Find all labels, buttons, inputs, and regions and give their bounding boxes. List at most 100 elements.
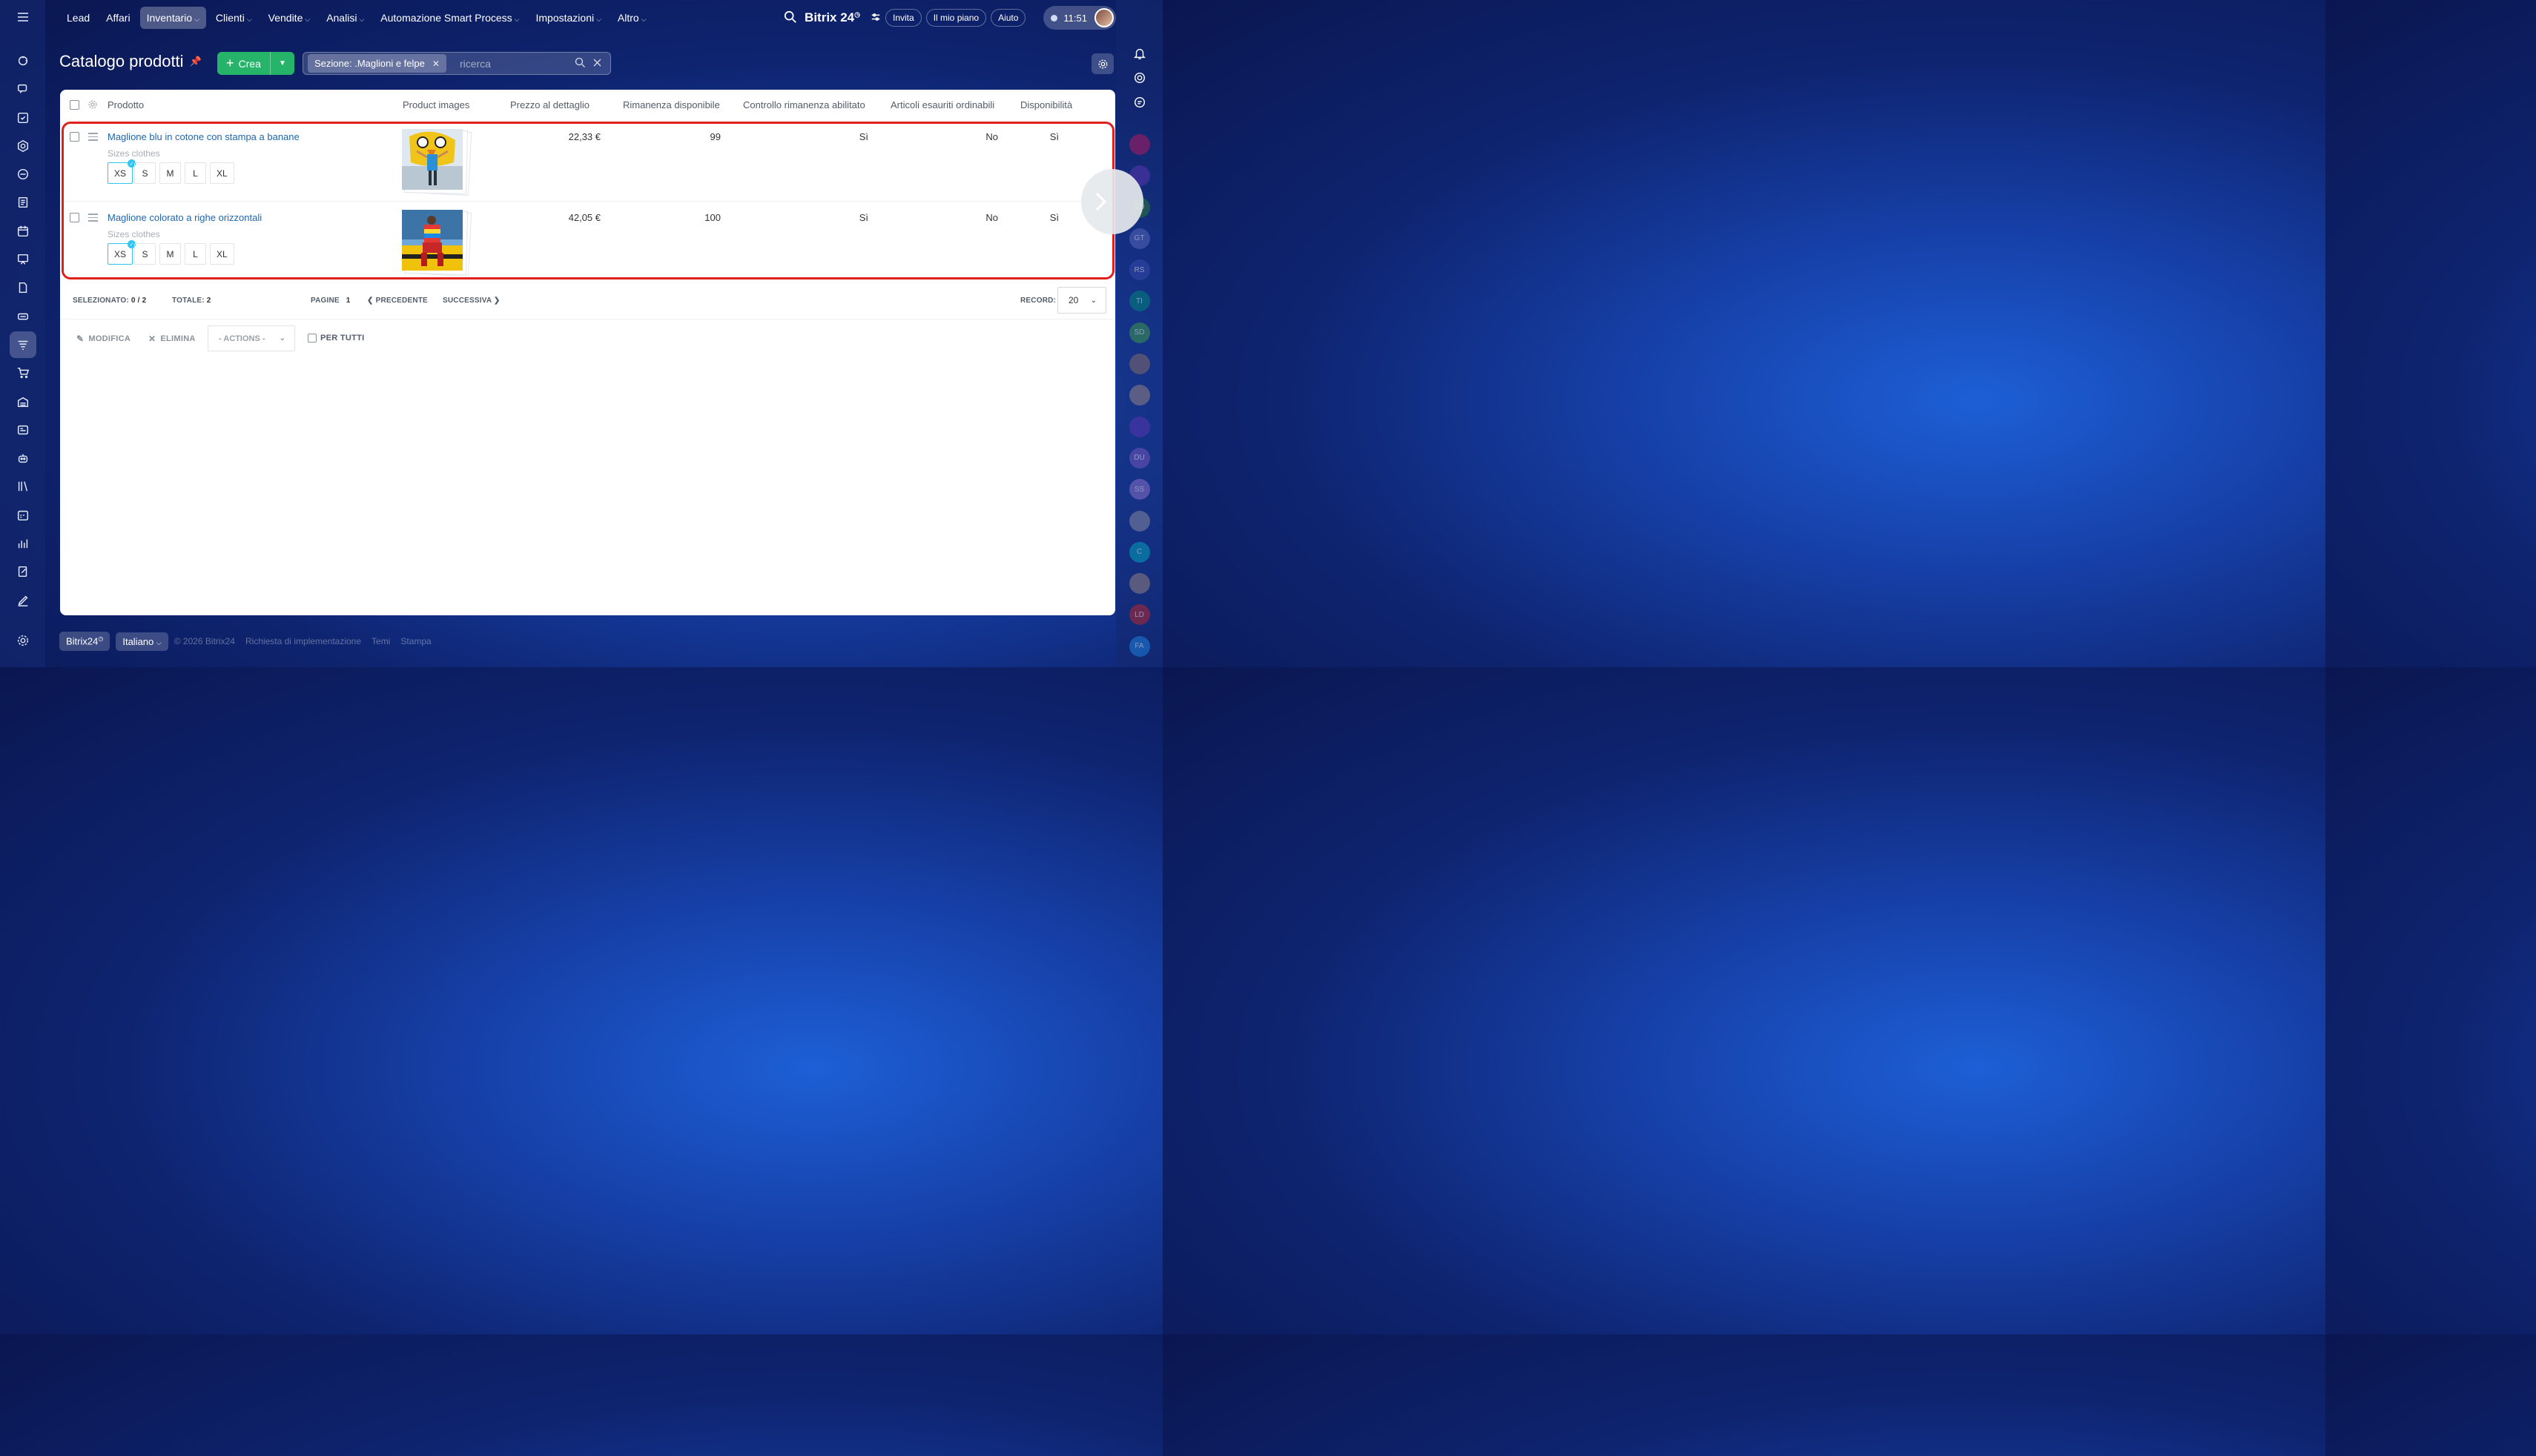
help-button[interactable]: Aiuto (991, 9, 1026, 27)
footer-implementation-link[interactable]: Richiesta di implementazione (245, 636, 361, 646)
column-header-prezzo[interactable]: Prezzo al dettaglio (510, 99, 590, 110)
brand-logo[interactable]: Bitrix 24◷ (805, 10, 860, 25)
storage-icon[interactable] (10, 303, 36, 330)
column-header-product-images[interactable]: Product images (403, 99, 469, 110)
search-input[interactable]: ricerca (460, 58, 575, 70)
clear-close-icon[interactable] (592, 57, 603, 70)
menu-item-impostazioni[interactable]: Impostazioni ⌵ (529, 7, 608, 29)
column-header-prodotto[interactable]: Prodotto (108, 99, 144, 110)
documents-icon[interactable] (10, 189, 36, 216)
pagination-bar: SELEZIONATO: 0 / 2 TOTALE: 2 PAGINE 1 ❮ … (60, 284, 1115, 320)
menu-item-affari[interactable]: Affari (99, 7, 136, 29)
chat-avatar[interactable]: DU (1129, 447, 1150, 469)
chat-avatar[interactable]: TI (1129, 291, 1150, 312)
scroll-right-arrow[interactable] (1081, 169, 1143, 234)
drive-icon[interactable] (10, 274, 36, 301)
next-page-button[interactable]: SUCCESSIVA ❯ (443, 297, 500, 305)
create-button[interactable]: + Crea ▼ (217, 52, 294, 75)
footer-brand[interactable]: Bitrix24◷ (59, 632, 110, 651)
edit-button[interactable]: ✎ MODIFICA (76, 334, 131, 344)
select-all-checkbox[interactable] (70, 100, 79, 110)
menu-burger-icon[interactable] (9, 9, 37, 25)
user-avatar[interactable] (1094, 8, 1114, 27)
selected-count: SELEZIONATO: 0 / 2 (73, 297, 147, 305)
page-settings-gear-icon[interactable] (1092, 53, 1114, 74)
crm-icon[interactable] (10, 133, 36, 159)
footer-themes-link[interactable]: Temi (372, 636, 390, 646)
boards-icon[interactable] (10, 246, 36, 273)
apply-to-all-toggle[interactable]: PER TUTTI (308, 334, 365, 343)
chevron-right-icon (1095, 192, 1107, 211)
status-dot-icon (1051, 14, 1058, 21)
highlight-frame (62, 122, 1115, 279)
filter-tag-section[interactable]: Sezione: .Maglioni e felpe ✕ (308, 54, 446, 73)
column-settings-gear-icon[interactable] (87, 99, 98, 112)
my-plan-button[interactable]: Il mio piano (925, 9, 987, 27)
analytics-icon[interactable] (10, 530, 36, 557)
chat-icon[interactable] (10, 76, 36, 102)
warehouse-icon[interactable] (10, 388, 36, 415)
menu-item-inventario[interactable]: Inventario ⌵ (139, 7, 206, 29)
chat-avatar[interactable]: LD (1129, 604, 1150, 626)
column-header-articoli-esauriti[interactable]: Articoli esauriti ordinabili (891, 99, 994, 110)
copilot-icon[interactable] (1129, 69, 1151, 87)
footer-print-link[interactable]: Stampa (400, 636, 431, 646)
menu-item-clienti[interactable]: Clienti ⌵ (209, 7, 259, 29)
remove-filter-close-icon[interactable]: ✕ (432, 59, 440, 69)
chat-avatar[interactable]: SS (1129, 479, 1150, 500)
menu-item-analisi[interactable]: Analisi ⌵ (320, 7, 371, 29)
chat-avatar[interactable] (1129, 510, 1150, 532)
chat-avatar[interactable]: RS (1129, 259, 1150, 281)
create-button-main[interactable]: + Crea (217, 52, 271, 75)
chevron-down-icon: ⌵ (514, 16, 520, 23)
chevron-right-icon: ❯ (493, 297, 501, 305)
sidebar-nav (9, 47, 36, 615)
settings-gear-icon[interactable] (10, 627, 36, 654)
language-select[interactable]: Italiano ⌵ (116, 632, 168, 651)
invite-button[interactable]: Invita (885, 9, 922, 27)
menu-item-lead[interactable]: Lead (60, 7, 96, 29)
feed-icon[interactable] (10, 47, 36, 74)
previous-page-button[interactable]: ❮ PRECEDENTE (367, 297, 428, 305)
search-icon[interactable] (784, 10, 799, 25)
chat-avatar[interactable]: SD (1129, 322, 1150, 343)
pin-icon[interactable]: 📌 (190, 56, 202, 67)
column-header-controllo[interactable]: Controllo rimanenza abilitato (743, 99, 865, 110)
records-per-page-select[interactable]: 20 ⌄ (1057, 287, 1106, 314)
page-number[interactable]: 1 (346, 297, 351, 305)
messages-icon[interactable] (1129, 93, 1151, 112)
chat-avatar[interactable]: GT (1129, 228, 1150, 249)
filter-search-box[interactable]: Sezione: .Maglioni e felpe ✕ ricerca (303, 52, 611, 75)
chat-avatar[interactable] (1129, 385, 1150, 406)
column-header-disponibilita[interactable]: Disponibilità (1020, 99, 1072, 110)
signature-doc-icon[interactable] (10, 558, 36, 585)
menu-item-automazione[interactable]: Automazione Smart Process ⌵ (374, 7, 526, 29)
sites-icon[interactable] (10, 161, 36, 188)
menu-item-altro[interactable]: Altro ⌵ (611, 7, 653, 29)
chat-avatar[interactable]: FA (1129, 635, 1150, 657)
contact-card-icon[interactable] (10, 417, 36, 443)
tune-icon[interactable] (871, 12, 881, 24)
library-icon[interactable] (10, 473, 36, 500)
actions-select[interactable]: - ACTIONS - ⌄ (208, 325, 295, 351)
tasks-icon[interactable] (10, 105, 36, 131)
inventory-icon[interactable] (9, 331, 36, 358)
create-dropdown-chevron-icon[interactable]: ▼ (271, 59, 294, 67)
column-header-rimanenza[interactable]: Rimanenza disponibile (623, 99, 720, 110)
schedule-icon[interactable] (10, 502, 36, 529)
menu-item-vendite[interactable]: Vendite ⌵ (262, 7, 317, 29)
calendar-icon[interactable] (10, 218, 36, 245)
chat-avatar[interactable] (1129, 573, 1150, 595)
work-day-clock[interactable]: 11:51 (1043, 6, 1116, 30)
robot-icon[interactable] (10, 445, 36, 471)
search-icon[interactable] (575, 57, 586, 70)
shop-cart-icon[interactable] (10, 360, 36, 386)
chat-avatar[interactable] (1129, 416, 1150, 437)
sign-pen-icon[interactable] (10, 587, 36, 614)
delete-button[interactable]: ✕ ELIMINA (148, 334, 196, 344)
apply-to-all-checkbox[interactable] (308, 334, 317, 343)
chat-avatar[interactable] (1129, 354, 1150, 375)
chat-avatar[interactable] (1129, 133, 1150, 155)
chat-avatar[interactable]: C (1129, 541, 1150, 563)
notifications-bell-icon[interactable] (1129, 44, 1151, 63)
